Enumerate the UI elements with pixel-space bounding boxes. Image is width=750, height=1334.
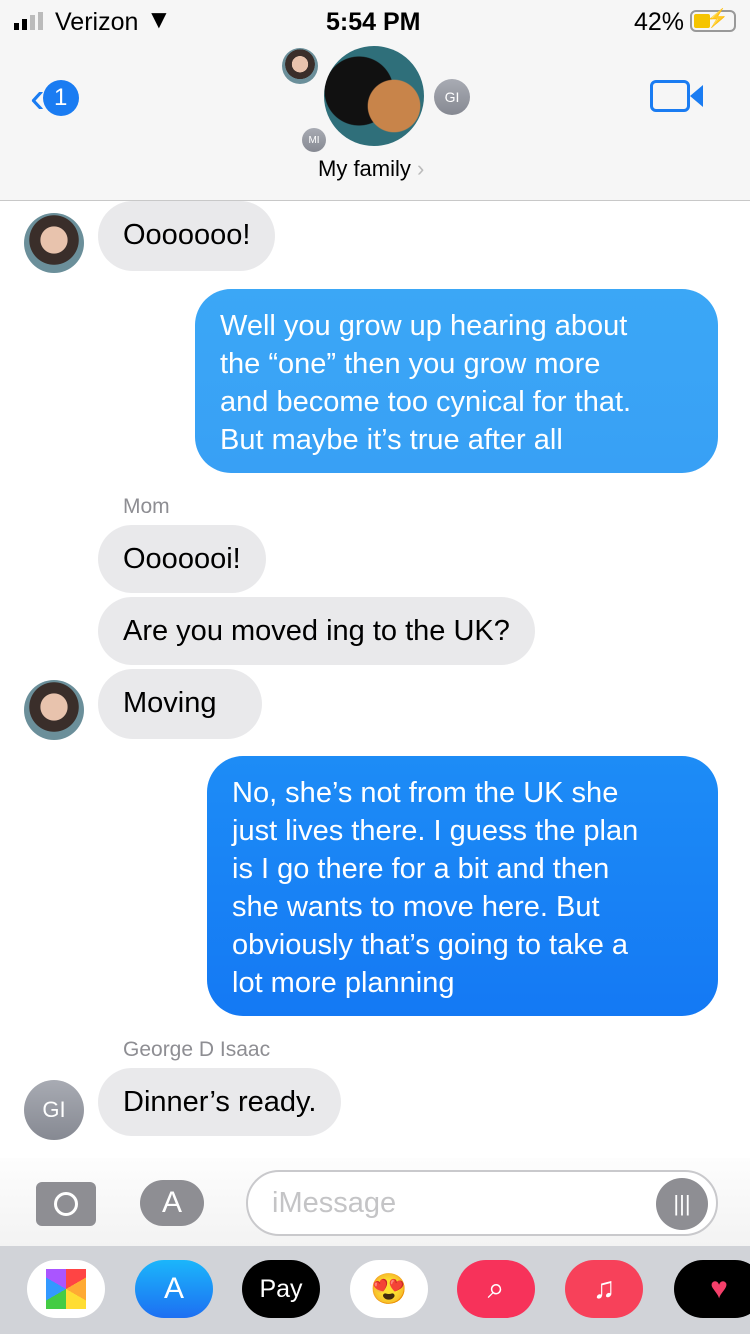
wifi-icon: ▼	[146, 4, 172, 34]
conversation-header: Verizon ▼ 5:54 PM 42% ⚡ ‹ 1 GI MI My fam…	[0, 0, 750, 201]
message-bubble-incoming[interactable]: Moving	[98, 669, 262, 739]
camera-icon	[54, 1192, 78, 1216]
message-bubble-outgoing[interactable]: Well you grow up hearing about the “one”…	[195, 289, 718, 473]
sender-avatar	[24, 213, 84, 273]
message-bubble-outgoing[interactable]: No, she’s not from the UK she just lives…	[207, 756, 718, 1016]
heart-app-icon[interactable]: ♥	[674, 1260, 750, 1318]
message-line: is I go there for a bit and then	[232, 853, 610, 885]
battery-percent: 42%	[634, 8, 685, 36]
unread-badge: 1	[42, 80, 79, 116]
message-line: she wants to move here. But	[232, 891, 600, 923]
music-app-icon[interactable]: ♫	[565, 1260, 643, 1318]
message-bubble-incoming[interactable]: Dinner’s ready.	[98, 1068, 342, 1136]
carrier: Verizon	[55, 8, 139, 36]
sender-name: George D Isaac	[123, 1038, 271, 1061]
message-bubble-incoming[interactable]: Ooooooi!	[98, 525, 266, 593]
facetime-video-button[interactable]	[650, 80, 703, 112]
group-avatar[interactable]	[324, 46, 424, 146]
photos-app-icon[interactable]	[27, 1260, 105, 1318]
back-button[interactable]: ‹ 1	[30, 76, 79, 120]
group-name-button[interactable]: My family ›	[318, 156, 424, 182]
message-line: But maybe it’s true after all	[220, 424, 563, 456]
message-bubble-incoming[interactable]: Ooooooo!	[98, 201, 276, 271]
camera-button[interactable]	[36, 1182, 96, 1226]
clock: 5:54 PM	[326, 8, 421, 36]
message-line: No, she’s not from the UK she	[232, 777, 619, 809]
message-line: obviously that’s going to take a	[232, 929, 629, 961]
member-avatar-photo[interactable]	[282, 48, 318, 84]
message-line: just lives there. I guess the plan	[232, 815, 639, 847]
message-line: lot more planning	[232, 967, 455, 999]
compose-bar: A iMessage |||	[0, 1158, 750, 1246]
member-avatar-mi[interactable]: MI	[302, 128, 326, 152]
apple-pay-label: Pay	[259, 1274, 303, 1303]
sender-avatar-gi: GI	[24, 1080, 84, 1140]
memoji-app-icon[interactable]: 😍	[350, 1260, 428, 1318]
app-store-app-icon[interactable]: A	[135, 1260, 213, 1318]
message-line: Well you grow up hearing about	[220, 310, 628, 342]
group-name: My family	[318, 156, 411, 181]
member-avatar-gi[interactable]: GI	[434, 79, 470, 115]
battery-charging-icon: ⚡	[690, 8, 736, 32]
apple-pay-app-icon[interactable]: Pay	[242, 1260, 320, 1318]
message-input-placeholder: iMessage	[272, 1187, 397, 1219]
sender-name: Mom	[123, 495, 170, 518]
sender-avatar	[24, 680, 84, 740]
images-search-app-icon[interactable]: ⌕	[457, 1260, 535, 1318]
message-line: the “one” then you grow more	[220, 348, 601, 380]
video-camera-icon	[690, 85, 703, 107]
message-line: and become too cynical for that.	[220, 386, 632, 418]
signal-icon	[14, 12, 43, 30]
message-input[interactable]: iMessage |||	[246, 1170, 718, 1236]
message-bubble-incoming[interactable]: Are you moved ing to the UK?	[98, 597, 535, 665]
app-store-apps-button[interactable]: A	[140, 1180, 204, 1226]
audio-message-button[interactable]: |||	[656, 1178, 708, 1230]
chevron-right-icon: ›	[417, 156, 425, 181]
